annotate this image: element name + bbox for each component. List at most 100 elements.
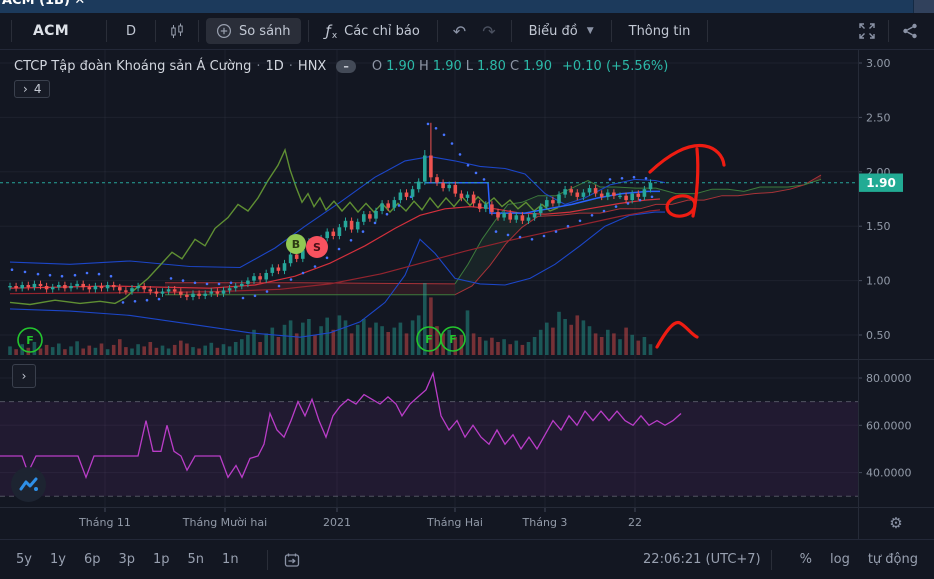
rsi-axis-label: 60.0000 — [866, 419, 912, 432]
last-price-label: 1.90 — [866, 176, 896, 190]
fx-icon: ƒx — [325, 22, 338, 41]
info-button[interactable]: Thông tin — [619, 19, 701, 44]
time-axis-label: Tháng Hai — [426, 516, 483, 529]
legend-interval[interactable]: 1D — [266, 59, 284, 74]
f-marker-label: F — [26, 334, 34, 347]
price-axis-label: 0.50 — [866, 329, 891, 342]
indicators-label: Các chỉ báo — [344, 23, 420, 39]
toolbar-divider — [436, 20, 438, 42]
ichimoku-cloud-layer — [165, 174, 822, 296]
compare-label: So sánh — [238, 23, 291, 39]
interval-button[interactable]: D — [114, 24, 148, 39]
time-axis-label: 22 — [628, 516, 642, 529]
red-annotation[interactable] — [648, 143, 726, 174]
ohlc-values: O 1.90 H 1.90 L 1.80 C 1.90 +0.10 (+5.56%) — [372, 59, 668, 74]
bottombar-divider — [770, 549, 772, 570]
log-scale-button[interactable]: log — [830, 552, 850, 567]
toolbar-divider — [510, 20, 512, 42]
candle-style-button[interactable] — [163, 17, 191, 45]
time-axis-label: Tháng Mười hai — [182, 516, 267, 529]
trading-chart-app: 3.00 2.50 2.00 1.50 1.00 0.50 80.0000 60.0000 40… — [0, 0, 934, 579]
toolbar-divider — [197, 20, 199, 42]
rsi-band — [0, 401, 858, 497]
time-axis-label: Tháng 3 — [522, 516, 568, 529]
chart-menu-button[interactable]: Biểu đồ ▼ — [519, 19, 604, 44]
chevron-right-icon: › — [21, 369, 27, 383]
legend-exchange: HNX — [297, 59, 327, 74]
sell-marker-label: S — [313, 241, 321, 254]
close-value: 1.90 — [523, 59, 552, 74]
symbol-title[interactable]: CTCP Tập đoàn Khoáng sản Á Cường — [14, 59, 251, 74]
visibility-pill[interactable]: – — [336, 60, 356, 73]
range-button-6m[interactable]: 6p — [84, 552, 101, 567]
info-label: Thông tin — [628, 23, 691, 39]
high-value: 1.90 — [432, 59, 462, 74]
toolbar-divider — [154, 20, 156, 42]
time-axis-settings-button[interactable]: ⚙ — [886, 512, 906, 534]
range-button-1m[interactable]: 1p — [153, 552, 170, 567]
time-axis-label: Tháng 11 — [78, 516, 131, 529]
clock-timezone[interactable]: 22:06:21 (UTC+7) — [643, 552, 761, 567]
change-value: +0.10 (+5.56%) — [561, 59, 669, 74]
low-value: 1.80 — [477, 59, 506, 74]
toolbar-divider — [888, 20, 889, 42]
symbol-legend: CTCP Tập đoàn Khoáng sản Á Cường · 1D · … — [14, 59, 668, 74]
calendar-arrow-icon — [284, 553, 299, 567]
open-value: 1.90 — [386, 59, 416, 74]
fullscreen-button[interactable] — [853, 17, 881, 45]
toolbar-divider — [11, 20, 12, 42]
price-axis-label: 1.00 — [866, 275, 891, 288]
range-button-1d[interactable]: 1n — [222, 552, 239, 567]
browser-tab-strip: ACM (1B) ✕ — [0, 0, 934, 13]
circle-plus-icon — [216, 23, 231, 39]
symbol-search-button[interactable]: ACM — [19, 23, 99, 39]
rsi-axis-label: 40.0000 — [866, 467, 912, 480]
low-label: L — [465, 59, 473, 74]
chevron-down-icon: ▼ — [586, 26, 594, 36]
chart-canvas[interactable]: 3.002.502.001.501.000.5080.000060.000040… — [0, 0, 934, 579]
toolbar-right-group — [853, 17, 924, 45]
browser-tab-title: ACM (1B) ✕ — [2, 0, 86, 8]
share-button[interactable] — [896, 17, 924, 45]
range-button-1y[interactable]: 1y — [50, 552, 66, 567]
toolbar-divider — [307, 20, 309, 42]
browser-tab-edge — [913, 0, 934, 13]
range-button-5y[interactable]: 5y — [16, 552, 32, 567]
toolbar-divider — [610, 20, 612, 42]
broker-logo — [11, 467, 46, 502]
price-axis-label: 3.00 — [866, 57, 891, 70]
f-marker-label: F — [449, 333, 457, 346]
open-label: O — [371, 59, 383, 74]
undo-button[interactable]: ↶ — [445, 22, 474, 41]
chart-menu-label: Biểu đồ — [528, 23, 578, 39]
pane-collapse-button[interactable]: › — [12, 364, 36, 388]
rsi-axis-label: 80.0000 — [866, 372, 912, 385]
top-toolbar: ACM D So sánh ƒx Các chỉ báo ↶ ↷ Biểu đồ… — [0, 13, 934, 50]
time-axis-label: 2021 — [323, 516, 351, 529]
time-axis-layer: Tháng 11 Tháng Mười hai 2021 Tháng Hai Tháng… — [78, 508, 642, 529]
range-button-5d[interactable]: 5n — [188, 552, 205, 567]
candle-style-icon — [171, 23, 183, 38]
gear-icon: ⚙ — [889, 514, 903, 532]
high-label: H — [419, 59, 429, 74]
indicators-button[interactable]: ƒx Các chỉ báo — [316, 17, 430, 45]
buy-marker-label: B — [292, 238, 300, 251]
range-button-3m[interactable]: 3p — [118, 552, 135, 567]
indicator-count: 4 — [33, 82, 42, 96]
compare-button[interactable]: So sánh — [205, 18, 301, 44]
fullscreen-icon — [859, 23, 875, 39]
share-icon — [903, 23, 917, 39]
percent-scale-button[interactable]: % — [800, 552, 812, 567]
close-label: C — [509, 59, 520, 74]
indicator-collapse-button[interactable]: › 4 — [14, 80, 51, 98]
bottom-toolbar: 5y 1y 6p 3p 1p 5n 1n 22:06:21 (UTC+7) % … — [0, 539, 934, 579]
go-to-date-button[interactable] — [278, 546, 306, 574]
legend-separator: · — [288, 59, 293, 74]
toolbar-divider — [105, 20, 107, 42]
redo-button[interactable]: ↷ — [474, 22, 503, 41]
f-marker-label: F — [425, 333, 433, 346]
toolbar-divider — [707, 20, 709, 42]
bottombar-divider — [266, 549, 268, 570]
hand-drawing-layer — [648, 143, 726, 349]
auto-scale-button[interactable]: tự động — [868, 552, 918, 567]
